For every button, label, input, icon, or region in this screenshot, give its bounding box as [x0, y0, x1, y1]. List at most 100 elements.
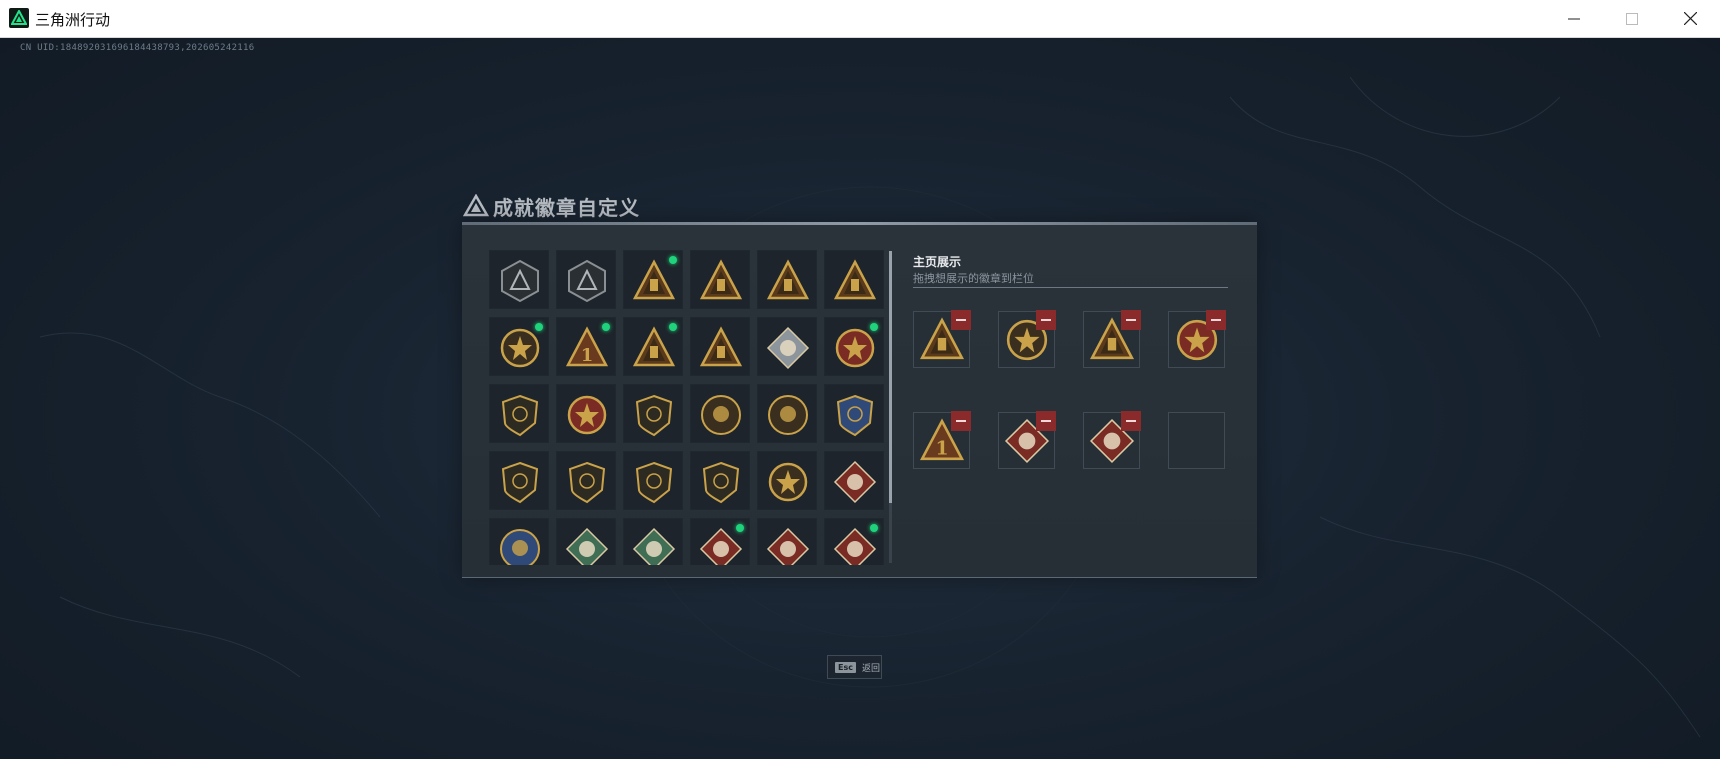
- delta-emblem-grey-badge-icon: [501, 259, 539, 303]
- badge-cell[interactable]: [824, 384, 884, 443]
- showcase-slot[interactable]: 1: [913, 411, 971, 469]
- badge-cell[interactable]: [690, 317, 750, 376]
- app-logo-icon: [9, 8, 29, 28]
- badge-cell[interactable]: [623, 451, 683, 510]
- badge-cell[interactable]: [690, 384, 750, 443]
- minus-icon: [956, 319, 966, 321]
- gold-hourglass-triangle-badge-icon: [699, 259, 743, 300]
- minus-icon: [1211, 319, 1221, 321]
- showcase-divider: [913, 287, 1228, 288]
- gold-card-triangle-badge-icon: [766, 259, 810, 300]
- gold-shield-rifle-badge-icon: [568, 461, 606, 504]
- new-badge-indicator: [669, 323, 677, 331]
- remove-badge-button[interactable]: [1206, 310, 1226, 330]
- badge-cell[interactable]: [623, 384, 683, 443]
- badge-grid-scrollbar[interactable]: [889, 251, 892, 503]
- gold-tower-triangle-badge-icon: [632, 259, 676, 300]
- new-badge-indicator: [870, 323, 878, 331]
- badge-cell[interactable]: [824, 451, 884, 510]
- badge-cell[interactable]: [556, 250, 616, 309]
- gold-city-triangle-badge-icon: [699, 326, 743, 367]
- gold-skull-laurel-badge-icon: [500, 328, 540, 368]
- gold-shield-sniper-badge-icon: [635, 461, 673, 504]
- red-diamond-dragon-badge-icon: [699, 527, 743, 565]
- badge-cell[interactable]: [757, 250, 817, 309]
- esc-key-icon: Esc: [835, 661, 856, 673]
- gold-shield-pistol-badge-icon: [702, 461, 740, 504]
- remove-badge-button[interactable]: [1036, 411, 1056, 431]
- badge-cell[interactable]: [623, 518, 683, 565]
- badge-cell[interactable]: [757, 518, 817, 565]
- new-badge-indicator: [535, 323, 543, 331]
- minimize-button[interactable]: [1546, 0, 1602, 37]
- badge-cell[interactable]: [623, 250, 683, 309]
- gold-turret-triangle-badge-icon: [833, 259, 877, 300]
- dialog-title: 成就徽章自定义: [493, 195, 640, 220]
- minus-icon: [1126, 420, 1136, 422]
- badge-cell[interactable]: [556, 518, 616, 565]
- gold-shield-wings-badge-icon: [501, 394, 539, 437]
- remove-badge-button[interactable]: [951, 411, 971, 431]
- showcase-slot[interactable]: [913, 310, 971, 368]
- badge-cell[interactable]: 1: [556, 317, 616, 376]
- close-icon: [1683, 12, 1697, 25]
- remove-badge-button[interactable]: [1121, 411, 1141, 431]
- showcase-slot[interactable]: [1083, 411, 1141, 469]
- remove-badge-button[interactable]: [951, 310, 971, 330]
- gold-circle-crest-badge-icon: [768, 395, 808, 435]
- badge-cell[interactable]: [757, 384, 817, 443]
- red-diamond-beast-badge-icon: [833, 460, 877, 504]
- maximize-icon: [1626, 12, 1638, 25]
- close-button[interactable]: [1662, 0, 1718, 37]
- remove-badge-button[interactable]: [1036, 310, 1056, 330]
- showcase-slot[interactable]: [998, 310, 1056, 368]
- badge-cell[interactable]: [489, 518, 549, 565]
- badge-cell[interactable]: [556, 451, 616, 510]
- minus-icon: [1041, 420, 1051, 422]
- helicopter-grey-badge-icon: [568, 259, 606, 303]
- badge-cell[interactable]: [824, 250, 884, 309]
- badge-cell[interactable]: [824, 518, 884, 565]
- red-gold-star-medal-badge-icon: [835, 328, 875, 368]
- red-diamond-runner-badge-icon: [833, 527, 877, 565]
- back-button[interactable]: Esc 返回: [827, 655, 882, 679]
- badge-cell[interactable]: [690, 518, 750, 565]
- window-title: 三角洲行动: [35, 11, 111, 29]
- minus-icon: [1126, 319, 1136, 321]
- showcase-slot[interactable]: [1083, 310, 1141, 368]
- badge-cell[interactable]: [556, 384, 616, 443]
- silver-cube-diamond-badge-icon: [766, 326, 810, 370]
- badge-cell[interactable]: [489, 250, 549, 309]
- remove-badge-button[interactable]: [1121, 310, 1141, 330]
- green-diamond-wings-badge-icon: [632, 527, 676, 565]
- back-label: 返回: [861, 663, 880, 674]
- gold-shield-lion-badge-icon: [635, 394, 673, 437]
- gold-blue-crest-badge-icon: [768, 462, 808, 502]
- badge-cell[interactable]: [623, 317, 683, 376]
- blue-shield-crossed-badge-icon: [836, 394, 874, 437]
- minimize-icon: [1568, 18, 1580, 19]
- badge-cell[interactable]: [489, 451, 549, 510]
- badge-grid: 1: [489, 250, 889, 565]
- minus-icon: [1041, 319, 1051, 321]
- badge-cell[interactable]: [489, 317, 549, 376]
- badge-cell[interactable]: [690, 250, 750, 309]
- new-badge-indicator: [736, 524, 744, 532]
- badge-cell[interactable]: [824, 317, 884, 376]
- red-diamond-dragon-badge-icon: [766, 527, 810, 565]
- badge-cell[interactable]: [757, 317, 817, 376]
- badge-cell[interactable]: [690, 451, 750, 510]
- showcase-slot[interactable]: [998, 411, 1056, 469]
- gold-number-one-triangle-badge-icon: 1: [565, 326, 609, 367]
- showcase-subtitle: 拖拽想展示的徽章到栏位: [913, 272, 1034, 285]
- showcase-slot[interactable]: [1168, 310, 1226, 368]
- badge-cell[interactable]: [489, 384, 549, 443]
- svg-text:1: 1: [935, 438, 948, 460]
- gold-bottle-triangle-badge-icon: [632, 326, 676, 367]
- new-badge-indicator: [669, 256, 677, 264]
- green-diamond-eagle-badge-icon: [565, 527, 609, 565]
- maximize-button[interactable]: [1604, 0, 1660, 37]
- badge-cell[interactable]: [757, 451, 817, 510]
- showcase-slot-empty[interactable]: [1168, 412, 1225, 469]
- gold-shield-rifle-badge-icon: [501, 461, 539, 504]
